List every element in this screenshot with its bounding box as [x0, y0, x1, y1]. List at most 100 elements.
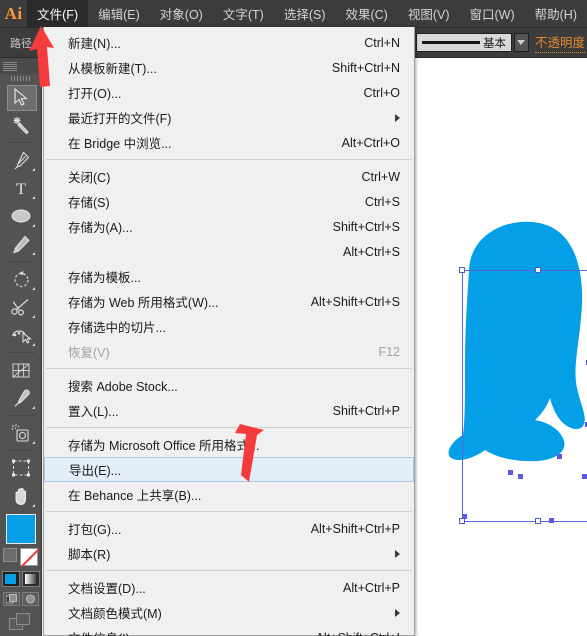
tools-divider — [6, 450, 35, 451]
menu-item-label: 存储为 Microsoft Office 所用格式... — [68, 439, 260, 453]
menu-item-label: 置入(L)... — [68, 405, 119, 419]
symbol-sprayer-icon — [11, 423, 29, 442]
tool-shape-builder[interactable] — [0, 321, 42, 349]
tool-artboard[interactable] — [0, 454, 42, 482]
stroke-none-swatch[interactable] — [20, 548, 38, 566]
menu-save-as-template[interactable]: 存储为模板... — [44, 264, 414, 289]
tool-mesh[interactable] — [0, 356, 42, 384]
path-anchor-point[interactable] — [557, 454, 562, 459]
menu-item-label: 从模板新建(T)... — [68, 62, 157, 76]
draw-behind-button[interactable] — [21, 592, 39, 606]
path-anchor-point[interactable] — [549, 518, 554, 523]
opacity-label[interactable]: 不透明度 — [534, 32, 585, 53]
screen-mode-icon[interactable] — [8, 613, 33, 631]
gradient-button[interactable] — [21, 571, 40, 587]
menu-document-setup[interactable]: 文档设置(D)... Alt+Ctrl+P — [44, 575, 414, 600]
path-anchor-point[interactable] — [462, 514, 467, 519]
draw-normal-button[interactable] — [2, 592, 20, 606]
pen-icon — [14, 151, 30, 169]
menu-save-for-web[interactable]: 存储为 Web 所用格式(W)... Alt+Shift+Ctrl+S — [44, 289, 414, 314]
menu-item-shortcut: Ctrl+S — [364, 194, 400, 209]
menu-document-color-mode[interactable]: 文档颜色模式(M) — [44, 600, 414, 625]
tool-rotate[interactable] — [0, 265, 42, 293]
stroke-profile-select[interactable]: 基本 — [415, 33, 512, 52]
menu-effect[interactable]: 效果(C) — [335, 0, 397, 28]
menu-view[interactable]: 视图(V) — [398, 0, 460, 28]
menu-export[interactable]: 导出(E)... — [44, 457, 414, 482]
path-anchor-point[interactable] — [508, 470, 513, 475]
menu-text[interactable]: 文字(T) — [213, 0, 274, 28]
solid-color-icon — [5, 574, 16, 584]
menu-share-on-behance[interactable]: 在 Behance 上共享(B)... — [44, 482, 414, 507]
menu-item-label: 打开(O)... — [68, 87, 122, 101]
tools-panel-drag-dots[interactable] — [0, 74, 41, 83]
menu-bar-item-label: 文件(F) — [37, 8, 79, 22]
menu-save-as[interactable]: 存储为(A)... Shift+Ctrl+S — [44, 214, 414, 239]
path-anchor-point[interactable] — [582, 474, 587, 479]
menu-save-selected-slices[interactable]: 存储选中的切片... — [44, 314, 414, 339]
menu-new[interactable]: 新建(N)... Ctrl+N — [44, 30, 414, 55]
tool-submenu-indicator — [32, 252, 35, 255]
tool-pencil[interactable] — [0, 230, 42, 258]
menu-save-a-copy[interactable]: Alt+Ctrl+S — [44, 239, 414, 264]
menu-item-label: 文件信息(I)... — [68, 628, 316, 636]
tool-eyedropper[interactable] — [0, 384, 42, 412]
menu-open[interactable]: 打开(O)... Ctrl+O — [44, 80, 414, 105]
tool-submenu-indicator — [32, 343, 35, 346]
menu-object[interactable]: 对象(O) — [150, 0, 213, 28]
menu-browse-in-bridge[interactable]: 在 Bridge 中浏览... Alt+Ctrl+O — [44, 130, 414, 155]
artboard-icon — [12, 459, 30, 477]
color-button[interactable] — [1, 571, 20, 587]
screen-mode-rect-front — [15, 613, 30, 625]
tool-type[interactable]: T — [0, 174, 42, 202]
selection-handle-tl[interactable] — [459, 267, 465, 273]
tool-hand[interactable] — [0, 482, 42, 510]
file-menu-dropdown[interactable]: 新建(N)... Ctrl+N 从模板新建(T)... Shift+Ctrl+N 打开(… — [43, 27, 415, 636]
menu-package[interactable]: 打包(G)... Alt+Shift+Ctrl+P — [44, 516, 414, 541]
tool-submenu-indicator — [32, 441, 35, 444]
swap-fill-stroke-icon[interactable] — [3, 548, 17, 562]
selection-bounding-box[interactable] — [459, 267, 587, 524]
tool-symbol-sprayer[interactable] — [0, 419, 42, 447]
stroke-profile-dropdown-arrow[interactable] — [513, 33, 529, 52]
menu-item-label: 存储(S) — [68, 196, 110, 210]
menu-file[interactable]: 文件(F) — [27, 0, 89, 28]
menu-new-from-template[interactable]: 从模板新建(T)... Shift+Ctrl+N — [44, 55, 414, 80]
fill-color-swatch[interactable] — [5, 514, 36, 544]
tool-scissors[interactable] — [0, 293, 42, 321]
path-anchor-point[interactable] — [518, 474, 523, 479]
menu-item-label: 在 Behance 上共享(B)... — [68, 489, 202, 503]
tools-panel-collapse-handle[interactable] — [0, 58, 41, 74]
menu-select[interactable]: 选择(S) — [274, 0, 336, 28]
menu-window[interactable]: 窗口(W) — [460, 0, 525, 28]
menu-open-recent[interactable]: 最近打开的文件(F) — [44, 105, 414, 130]
menu-save-for-ms-office[interactable]: 存储为 Microsoft Office 所用格式... — [44, 432, 414, 457]
menu-close[interactable]: 关闭(C) Ctrl+W — [44, 164, 414, 189]
tool-magic-wand[interactable] — [0, 111, 42, 139]
tool-submenu-indicator — [32, 287, 35, 290]
menu-item-shortcut: Shift+Ctrl+P — [332, 403, 400, 418]
menu-bar-item-label: 对象(O) — [159, 8, 203, 22]
menu-place[interactable]: 置入(L)... Shift+Ctrl+P — [44, 398, 414, 423]
ellipse-icon — [11, 209, 31, 223]
stroke-preview-icon — [421, 41, 480, 44]
menu-file-info[interactable]: 文件信息(I)...Alt+Shift+Ctrl+I — [44, 625, 414, 636]
menu-bar-item-label: 效果(C) — [345, 8, 388, 22]
tool-ellipse[interactable] — [0, 202, 42, 230]
menu-item-label: 文档设置(D)... — [68, 582, 146, 596]
menu-bar-items: 文件(F) 编辑(E) 对象(O) 文字(T) 选择(S) 效果(C) 视图(V) 窗口(W)… — [27, 0, 587, 28]
menu-item-shortcut: Ctrl+O — [363, 85, 400, 100]
menu-item-label: 存储为(A)... — [68, 221, 133, 235]
selection-handle-tc[interactable] — [535, 267, 541, 273]
menu-save[interactable]: 存储(S) Ctrl+S — [44, 189, 414, 214]
menu-bar-item-label: 编辑(E) — [98, 8, 140, 22]
tool-selection[interactable] — [0, 83, 42, 111]
tool-pen[interactable] — [0, 146, 42, 174]
selection-handle-bc[interactable] — [535, 518, 541, 524]
menu-item-label: 打包(G)... — [68, 523, 122, 537]
menu-help[interactable]: 帮助(H) — [525, 0, 587, 28]
menu-edit[interactable]: 编辑(E) — [88, 0, 150, 28]
menu-item-shortcut: Shift+Ctrl+S — [332, 219, 400, 234]
menu-search-adobe-stock[interactable]: 搜索 Adobe Stock... — [44, 373, 414, 398]
menu-scripts[interactable]: 脚本(R) — [44, 541, 414, 566]
